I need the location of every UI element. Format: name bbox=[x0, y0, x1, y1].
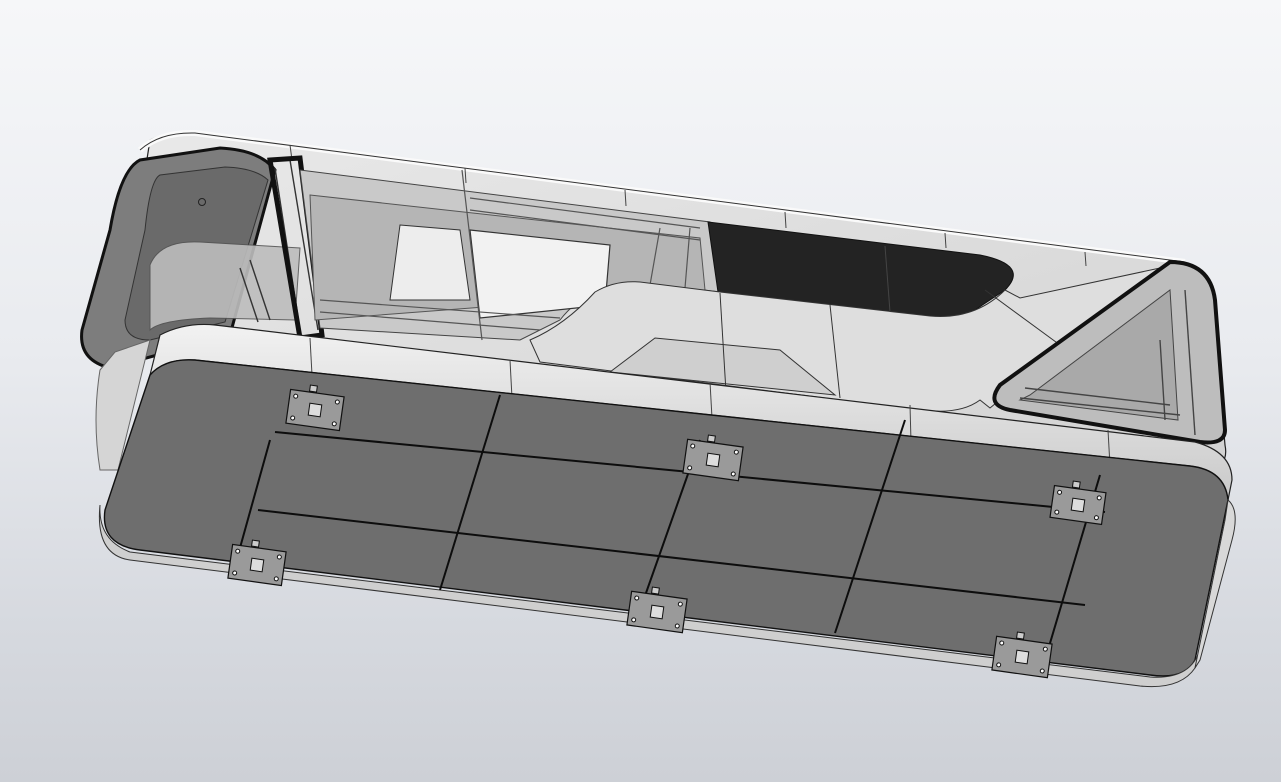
cabin-model[interactable] bbox=[0, 0, 1281, 782]
cad-viewport[interactable] bbox=[0, 0, 1281, 782]
